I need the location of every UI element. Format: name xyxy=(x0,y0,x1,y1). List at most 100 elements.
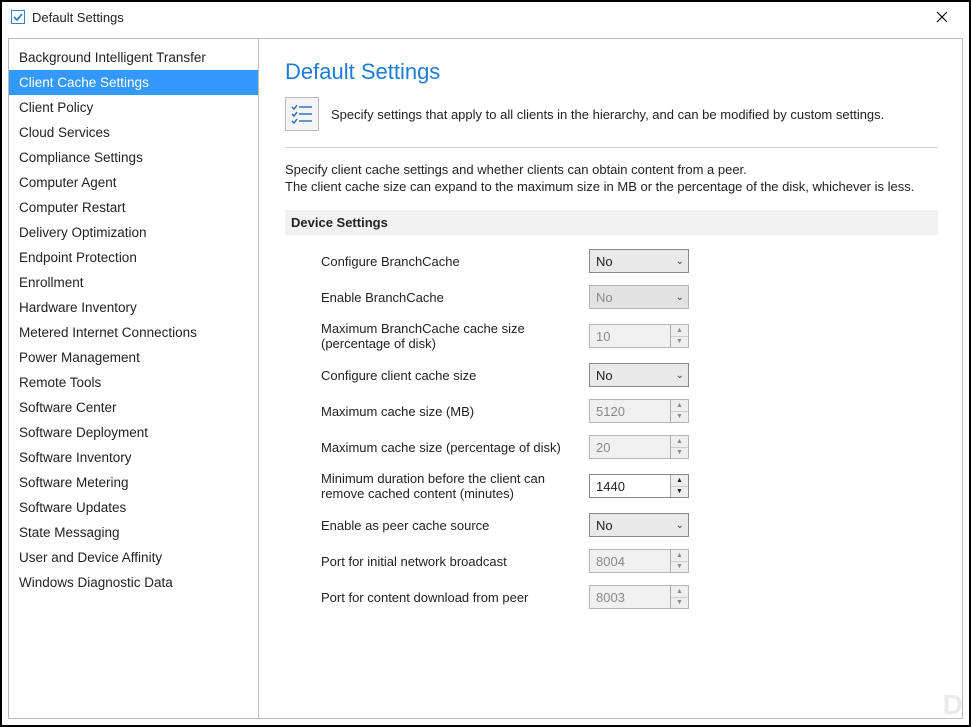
settings-table: Configure BranchCacheNo⌄Enable BranchCac… xyxy=(285,243,938,615)
setting-label: Enable as peer cache source xyxy=(285,507,585,543)
number-spinner: 10▲▼ xyxy=(589,324,689,348)
sidebar-item[interactable]: Compliance Settings xyxy=(9,145,258,170)
section-header: Device Settings xyxy=(285,210,938,235)
setting-row: Minimum duration before the client can r… xyxy=(285,465,938,507)
setting-row: Maximum cache size (MB)5120▲▼ xyxy=(285,393,938,429)
sidebar-item[interactable]: Computer Restart xyxy=(9,195,258,220)
sidebar-item[interactable]: Endpoint Protection xyxy=(9,245,258,270)
setting-row: Port for content download from peer8003▲… xyxy=(285,579,938,615)
content-frame: Background Intelligent TransferClient Ca… xyxy=(8,38,963,719)
setting-label: Configure client cache size xyxy=(285,357,585,393)
chevron-down-icon: ⌄ xyxy=(676,520,684,531)
setting-control-cell: 8004▲▼ xyxy=(585,543,938,579)
dropdown[interactable]: No ⌄ xyxy=(589,363,689,387)
sidebar-item[interactable]: Background Intelligent Transfer xyxy=(9,45,258,70)
sidebar-item[interactable]: Software Inventory xyxy=(9,445,258,470)
chevron-down-icon: ⌄ xyxy=(676,256,684,267)
desc-line-2: The client cache size can expand to the … xyxy=(285,179,938,194)
setting-row: Enable BranchCache No ⌄ xyxy=(285,279,938,315)
setting-label: Maximum cache size (MB) xyxy=(285,393,585,429)
number-spinner[interactable]: 1440▲▼ xyxy=(589,474,689,498)
sidebar-item[interactable]: Power Management xyxy=(9,345,258,370)
setting-control-cell: No ⌄ xyxy=(585,357,938,393)
spinner-buttons: ▲▼ xyxy=(670,436,688,458)
setting-control-cell: No ⌄ xyxy=(585,243,938,279)
description-block: Specify client cache settings and whethe… xyxy=(285,162,938,194)
dropdown-value: No xyxy=(596,368,613,383)
dropdown[interactable]: No ⌄ xyxy=(589,249,689,273)
spinner-buttons: ▲▼ xyxy=(670,586,688,608)
sidebar-item[interactable]: Delivery Optimization xyxy=(9,220,258,245)
setting-control-cell: 20▲▼ xyxy=(585,429,938,465)
setting-control-cell: No ⌄ xyxy=(585,279,938,315)
sidebar-item[interactable]: Computer Agent xyxy=(9,170,258,195)
close-button[interactable] xyxy=(921,4,963,30)
setting-row: Maximum BranchCache cache size (percenta… xyxy=(285,315,938,357)
chevron-down-icon: ⌄ xyxy=(676,370,684,381)
spinner-down-icon: ▼ xyxy=(671,562,688,573)
setting-row: Configure client cache size No ⌄ xyxy=(285,357,938,393)
setting-row: Maximum cache size (percentage of disk)2… xyxy=(285,429,938,465)
dropdown-value: No xyxy=(596,290,613,305)
sidebar-item[interactable]: Enrollment xyxy=(9,270,258,295)
chevron-down-icon: ⌄ xyxy=(676,292,684,303)
spinner-value: 8004 xyxy=(590,550,670,572)
spinner-buttons: ▲▼ xyxy=(670,550,688,572)
dropdown: No ⌄ xyxy=(589,285,689,309)
divider xyxy=(285,147,938,148)
sidebar-item[interactable]: Software Deployment xyxy=(9,420,258,445)
sidebar-item[interactable]: Client Cache Settings xyxy=(9,70,258,95)
setting-row: Enable as peer cache source No ⌄ xyxy=(285,507,938,543)
window-title: Default Settings xyxy=(32,10,124,25)
sidebar-item[interactable]: Software Updates xyxy=(9,495,258,520)
setting-label: Port for content download from peer xyxy=(285,579,585,615)
desc-line-1: Specify client cache settings and whethe… xyxy=(285,162,938,177)
setting-label: Maximum BranchCache cache size (percenta… xyxy=(285,315,585,357)
number-spinner: 8004▲▼ xyxy=(589,549,689,573)
spinner-value: 20 xyxy=(590,436,670,458)
checklist-icon xyxy=(285,97,319,131)
sidebar-item[interactable]: Metered Internet Connections xyxy=(9,320,258,345)
dropdown-value: No xyxy=(596,254,613,269)
spinner-up-icon: ▲ xyxy=(671,325,688,337)
sidebar-item[interactable]: Software Metering xyxy=(9,470,258,495)
setting-control-cell: 10▲▼ xyxy=(585,315,938,357)
spinner-down-icon[interactable]: ▼ xyxy=(671,487,688,498)
spinner-value: 1440 xyxy=(590,475,670,497)
titlebar: Default Settings xyxy=(2,2,969,32)
number-spinner: 5120▲▼ xyxy=(589,399,689,423)
setting-label: Port for initial network broadcast xyxy=(285,543,585,579)
spinner-buttons: ▲▼ xyxy=(670,475,688,497)
spinner-down-icon: ▼ xyxy=(671,412,688,423)
setting-control-cell: 1440▲▼ xyxy=(585,465,938,507)
number-spinner: 20▲▼ xyxy=(589,435,689,459)
setting-control-cell: No ⌄ xyxy=(585,507,938,543)
setting-row: Configure BranchCache No ⌄ xyxy=(285,243,938,279)
sidebar-item[interactable]: Cloud Services xyxy=(9,120,258,145)
setting-label: Enable BranchCache xyxy=(285,279,585,315)
setting-label: Maximum cache size (percentage of disk) xyxy=(285,429,585,465)
sidebar-item[interactable]: User and Device Affinity xyxy=(9,545,258,570)
setting-control-cell: 8003▲▼ xyxy=(585,579,938,615)
page-heading: Default Settings xyxy=(285,59,938,85)
sidebar-item[interactable]: Client Policy xyxy=(9,95,258,120)
main-panel: Default Settings Specify settings that a… xyxy=(259,39,962,718)
intro-row: Specify settings that apply to all clien… xyxy=(285,97,938,131)
sidebar-item[interactable]: Hardware Inventory xyxy=(9,295,258,320)
sidebar-item[interactable]: Windows Diagnostic Data xyxy=(9,570,258,595)
sidebar-item[interactable]: Remote Tools xyxy=(9,370,258,395)
setting-label: Configure BranchCache xyxy=(285,243,585,279)
spinner-up-icon[interactable]: ▲ xyxy=(671,475,688,487)
spinner-up-icon: ▲ xyxy=(671,436,688,448)
dropdown[interactable]: No ⌄ xyxy=(589,513,689,537)
dropdown-value: No xyxy=(596,518,613,533)
sidebar-item[interactable]: State Messaging xyxy=(9,520,258,545)
spinner-up-icon: ▲ xyxy=(671,586,688,598)
spinner-up-icon: ▲ xyxy=(671,400,688,412)
intro-text: Specify settings that apply to all clien… xyxy=(331,107,884,122)
sidebar-item[interactable]: Software Center xyxy=(9,395,258,420)
app-icon xyxy=(10,9,26,25)
spinner-down-icon: ▼ xyxy=(671,337,688,348)
setting-label: Minimum duration before the client can r… xyxy=(285,465,585,507)
spinner-value: 5120 xyxy=(590,400,670,422)
